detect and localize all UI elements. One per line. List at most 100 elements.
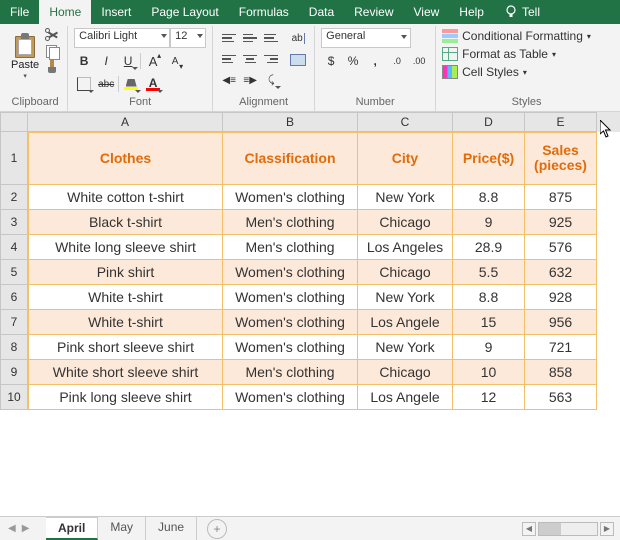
- cell-styles-button[interactable]: Cell Styles▾: [442, 64, 527, 80]
- cell[interactable]: New York: [358, 285, 453, 310]
- cell[interactable]: 28.9: [453, 235, 525, 260]
- row-header[interactable]: 5: [0, 260, 28, 285]
- cell[interactable]: White long sleeve shirt: [28, 235, 223, 260]
- tab-nav-prev[interactable]: ◀: [8, 523, 16, 534]
- indent-decrease[interactable]: ◀≡: [219, 70, 239, 90]
- cell[interactable]: Chicago: [358, 360, 453, 385]
- cell[interactable]: 9: [453, 335, 525, 360]
- horizontal-scrollbar[interactable]: ◀ ▶: [522, 522, 614, 536]
- row-header[interactable]: 4: [0, 235, 28, 260]
- cell[interactable]: Men's clothing: [223, 360, 358, 385]
- menu-page-layout[interactable]: Page Layout: [141, 0, 228, 24]
- header-cell[interactable]: Price($): [453, 132, 525, 185]
- cell[interactable]: Los Angeles: [358, 235, 453, 260]
- fill-color-button[interactable]: [121, 74, 141, 94]
- cell[interactable]: 563: [525, 385, 597, 410]
- cell[interactable]: 875: [525, 185, 597, 210]
- font-color-button[interactable]: A: [143, 74, 163, 94]
- menu-data[interactable]: Data: [299, 0, 344, 24]
- menu-view[interactable]: View: [404, 0, 450, 24]
- orientation-button[interactable]: ⤹: [261, 70, 281, 90]
- cell[interactable]: 10: [453, 360, 525, 385]
- cell[interactable]: Women's clothing: [223, 285, 358, 310]
- cell[interactable]: Pink long sleeve shirt: [28, 385, 223, 410]
- sheet-tab-april[interactable]: April: [46, 517, 98, 540]
- scroll-thumb[interactable]: [539, 523, 561, 535]
- menu-file[interactable]: File: [0, 0, 39, 24]
- cell[interactable]: New York: [358, 185, 453, 210]
- header-cell[interactable]: Clothes: [28, 132, 223, 185]
- align-right[interactable]: [261, 49, 281, 69]
- conditional-formatting-button[interactable]: Conditional Formatting▾: [442, 28, 591, 44]
- font-family-select[interactable]: Calibri Light: [74, 28, 170, 48]
- indent-increase[interactable]: ≡▶: [240, 70, 260, 90]
- menu-help[interactable]: Help: [449, 0, 494, 24]
- cell[interactable]: Chicago: [358, 260, 453, 285]
- cut-button[interactable]: [45, 28, 61, 42]
- cell[interactable]: Women's clothing: [223, 260, 358, 285]
- cell[interactable]: Women's clothing: [223, 385, 358, 410]
- cell[interactable]: Men's clothing: [223, 210, 358, 235]
- align-bottom[interactable]: [261, 28, 281, 48]
- cell[interactable]: 5.5: [453, 260, 525, 285]
- col-header-C[interactable]: C: [358, 112, 453, 132]
- row-header[interactable]: 6: [0, 285, 28, 310]
- cell[interactable]: 576: [525, 235, 597, 260]
- align-top[interactable]: [219, 28, 239, 48]
- cell[interactable]: Chicago: [358, 210, 453, 235]
- cell[interactable]: 8.8: [453, 185, 525, 210]
- row-header[interactable]: 1: [0, 132, 28, 185]
- row-header[interactable]: 2: [0, 185, 28, 210]
- merge-center-button[interactable]: [288, 50, 308, 70]
- scroll-left-button[interactable]: ◀: [522, 522, 536, 536]
- col-header-B[interactable]: B: [223, 112, 358, 132]
- cell[interactable]: 632: [525, 260, 597, 285]
- menu-insert[interactable]: Insert: [91, 0, 141, 24]
- number-format-select[interactable]: General: [321, 28, 411, 48]
- comma-button[interactable]: ,: [365, 51, 385, 71]
- cell[interactable]: White t-shirt: [28, 310, 223, 335]
- tell-me[interactable]: Tell: [494, 0, 550, 24]
- cell[interactable]: Los Angele: [358, 310, 453, 335]
- cell[interactable]: 8.8: [453, 285, 525, 310]
- header-cell[interactable]: Classification: [223, 132, 358, 185]
- row-header[interactable]: 8: [0, 335, 28, 360]
- border-button[interactable]: [74, 74, 94, 94]
- cell[interactable]: Black t-shirt: [28, 210, 223, 235]
- cell[interactable]: Los Angele: [358, 385, 453, 410]
- cell[interactable]: 12: [453, 385, 525, 410]
- cell[interactable]: White short sleeve shirt: [28, 360, 223, 385]
- cell[interactable]: 9: [453, 210, 525, 235]
- cell[interactable]: New York: [358, 335, 453, 360]
- cell[interactable]: Men's clothing: [223, 235, 358, 260]
- wrap-text-button[interactable]: ab: [288, 28, 308, 48]
- paste-button[interactable]: Paste ▾: [9, 28, 41, 82]
- italic-button[interactable]: I: [96, 51, 116, 71]
- scroll-track[interactable]: [538, 522, 598, 536]
- cell[interactable]: 858: [525, 360, 597, 385]
- cell[interactable]: Pink shirt: [28, 260, 223, 285]
- align-left[interactable]: [219, 49, 239, 69]
- shrink-font-button[interactable]: A▾: [165, 51, 185, 71]
- format-painter-button[interactable]: [45, 60, 61, 74]
- menu-home[interactable]: Home: [39, 0, 91, 24]
- align-middle[interactable]: [240, 28, 260, 48]
- cell[interactable]: 15: [453, 310, 525, 335]
- cell[interactable]: Women's clothing: [223, 185, 358, 210]
- grow-font-button[interactable]: A▴: [143, 51, 163, 71]
- strike-button[interactable]: abc: [96, 74, 116, 94]
- menu-review[interactable]: Review: [344, 0, 403, 24]
- col-header-A[interactable]: A: [28, 112, 223, 132]
- cell[interactable]: White t-shirt: [28, 285, 223, 310]
- cell[interactable]: 721: [525, 335, 597, 360]
- sheet-tab-may[interactable]: May: [98, 517, 146, 540]
- header-cell[interactable]: City: [358, 132, 453, 185]
- increase-decimal-button[interactable]: .0: [387, 51, 407, 71]
- cell[interactable]: Pink short sleeve shirt: [28, 335, 223, 360]
- bold-button[interactable]: B: [74, 51, 94, 71]
- row-header[interactable]: 9: [0, 360, 28, 385]
- row-header[interactable]: 3: [0, 210, 28, 235]
- underline-button[interactable]: U: [118, 51, 138, 71]
- cell[interactable]: 956: [525, 310, 597, 335]
- col-header-E[interactable]: E: [525, 112, 597, 132]
